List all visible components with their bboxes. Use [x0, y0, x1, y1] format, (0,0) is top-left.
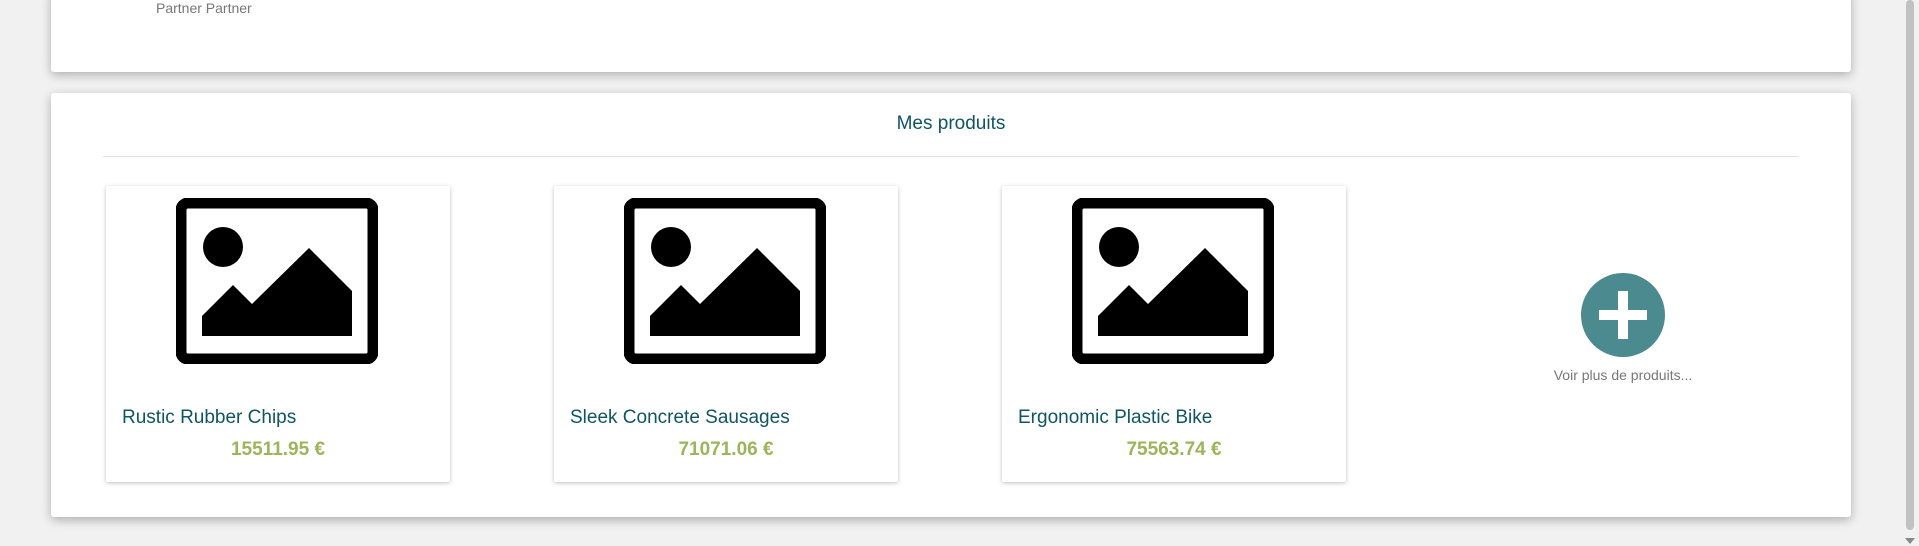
image-placeholder-icon: [624, 198, 826, 364]
product-card[interactable]: Sleek Concrete Sausages 71071.06 €: [554, 186, 898, 482]
partner-card: Partner Partner: [51, 0, 1851, 72]
divider: [103, 156, 1799, 157]
scroll-down-arrow-icon[interactable]: [1905, 538, 1915, 544]
vertical-scrollbar[interactable]: [1902, 0, 1919, 546]
product-name: Ergonomic Plastic Bike: [1018, 407, 1213, 428]
product-name: Sleek Concrete Sausages: [570, 407, 790, 428]
section-title: Mes produits: [896, 113, 1006, 134]
image-placeholder-icon: [176, 198, 378, 364]
product-price: 75563.74 €: [1126, 439, 1222, 460]
scrollbar-thumb[interactable]: [1906, 0, 1914, 530]
product-card[interactable]: Rustic Rubber Chips 15511.95 €: [106, 186, 450, 482]
product-price: 71071.06 €: [678, 439, 774, 460]
product-card[interactable]: Ergonomic Plastic Bike 75563.74 €: [1002, 186, 1346, 482]
image-placeholder-icon: [1072, 198, 1274, 364]
product-price: 15511.95 €: [230, 439, 326, 460]
more-products-button[interactable]: [1581, 273, 1665, 357]
partner-name: Partner Partner: [156, 0, 252, 16]
plus-icon: [1599, 291, 1647, 339]
product-name: Rustic Rubber Chips: [122, 407, 297, 428]
more-products-link[interactable]: Voir plus de produits...: [1533, 367, 1713, 383]
products-card: Mes produits Rustic Rubber Chips 15511.9…: [51, 93, 1851, 517]
